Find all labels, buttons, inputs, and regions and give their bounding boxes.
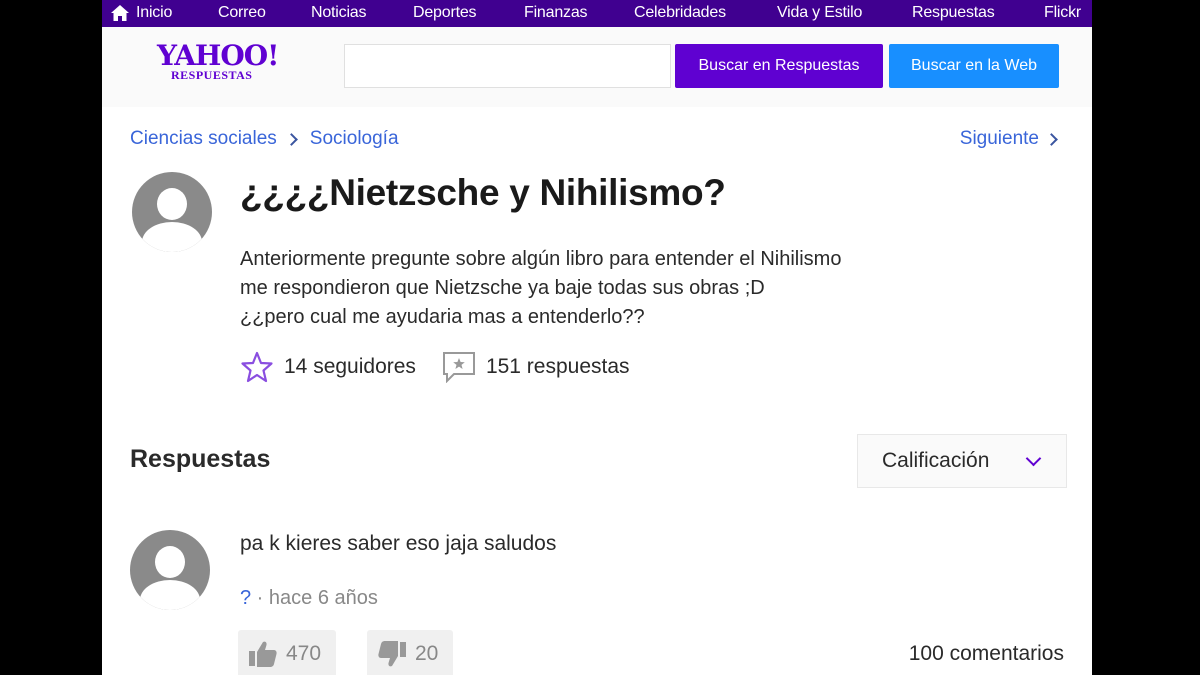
comments-link[interactable]: 100 comentarios bbox=[909, 642, 1064, 666]
next-question-link[interactable]: Siguiente bbox=[960, 128, 1062, 150]
nav-item-noticias[interactable]: Noticias bbox=[311, 4, 367, 22]
chevron-right-icon bbox=[284, 132, 298, 146]
question-body-line: Anteriormente pregunte sobre algún libro… bbox=[240, 248, 842, 270]
answer-meta: ? · hace 6 años bbox=[240, 587, 378, 610]
downvote-count: 20 bbox=[415, 642, 439, 665]
answer-text: pa k kieres saber eso jaja saludos bbox=[240, 532, 557, 555]
question-stats: 14 seguidores 151 respuestas bbox=[240, 350, 656, 384]
sort-selected-value: Calificación bbox=[882, 449, 990, 472]
answers-heading: Respuestas bbox=[130, 445, 271, 473]
question-body-line: ¿¿pero cual me ayudaria mas a entenderlo… bbox=[240, 306, 645, 328]
thumbs-up-icon bbox=[249, 641, 277, 667]
nav-item-celebridades[interactable]: Celebridades bbox=[634, 4, 726, 22]
chevron-right-icon bbox=[1045, 132, 1058, 146]
answer-author-link[interactable]: ? bbox=[240, 587, 251, 609]
breadcrumb: Ciencias sociales Sociología bbox=[130, 128, 399, 150]
nav-item-correo[interactable]: Correo bbox=[218, 4, 266, 22]
top-nav: Inicio Correo Noticias Deportes Finanzas… bbox=[102, 0, 1092, 27]
avatar-head bbox=[157, 188, 187, 220]
avatar-body bbox=[140, 580, 200, 610]
header: YAHOO! RESPUESTAS Buscar en Respuestas B… bbox=[102, 27, 1092, 107]
search-input[interactable] bbox=[344, 44, 671, 88]
followers-count: 14 seguidores bbox=[284, 355, 416, 378]
avatar-body bbox=[142, 222, 202, 252]
next-label: Siguiente bbox=[959, 128, 1039, 149]
avatar-head bbox=[155, 546, 185, 578]
star-icon bbox=[241, 351, 273, 383]
breadcrumb-ciencias-sociales[interactable]: Ciencias sociales bbox=[130, 128, 277, 150]
answers-count-link[interactable]: 151 respuestas bbox=[442, 351, 630, 383]
search-answers-button[interactable]: Buscar en Respuestas bbox=[675, 44, 883, 88]
answers-count: 151 respuestas bbox=[485, 355, 630, 378]
home-icon bbox=[111, 5, 129, 21]
question-title: ¿¿¿¿Nietzsche y Nihilismo? bbox=[240, 172, 726, 213]
answerer-avatar[interactable] bbox=[130, 530, 210, 610]
logo-main: YAHOO! bbox=[157, 39, 279, 72]
nav-item-vida-y-estilo[interactable]: Vida y Estilo bbox=[777, 4, 862, 22]
nav-item-flickr[interactable]: Flickr bbox=[1044, 4, 1081, 22]
upvote-count: 470 bbox=[286, 642, 322, 665]
search-web-button[interactable]: Buscar en la Web bbox=[889, 44, 1059, 88]
answer-time: hace 6 años bbox=[268, 587, 378, 609]
yahoo-respuestas-logo[interactable]: YAHOO! RESPUESTAS bbox=[157, 41, 282, 89]
nav-item-respuestas[interactable]: Respuestas bbox=[912, 4, 995, 22]
nav-item-label: Inicio bbox=[136, 4, 173, 21]
chevron-down-icon bbox=[1025, 450, 1042, 467]
thumbs-down-button[interactable]: 20 bbox=[367, 630, 453, 675]
asker-avatar[interactable] bbox=[132, 172, 212, 252]
thumbs-up-button[interactable]: 470 bbox=[238, 630, 336, 675]
meta-separator: · bbox=[251, 587, 269, 609]
answer-bubble-icon bbox=[442, 352, 475, 383]
question-body-line: me respondieron que Nietzsche ya baje to… bbox=[240, 277, 765, 299]
page: Inicio Correo Noticias Deportes Finanzas… bbox=[102, 0, 1092, 675]
breadcrumb-sociologia[interactable]: Sociología bbox=[310, 128, 399, 150]
nav-item-finanzas[interactable]: Finanzas bbox=[524, 4, 588, 22]
thumbs-down-icon bbox=[378, 641, 406, 667]
follow-button[interactable]: 14 seguidores bbox=[240, 350, 416, 384]
nav-item-inicio[interactable]: Inicio bbox=[110, 4, 172, 22]
question-body: Anteriormente pregunte sobre algún libro… bbox=[240, 245, 1000, 332]
sort-dropdown[interactable]: Calificación bbox=[857, 434, 1067, 488]
nav-item-deportes[interactable]: Deportes bbox=[413, 4, 477, 22]
